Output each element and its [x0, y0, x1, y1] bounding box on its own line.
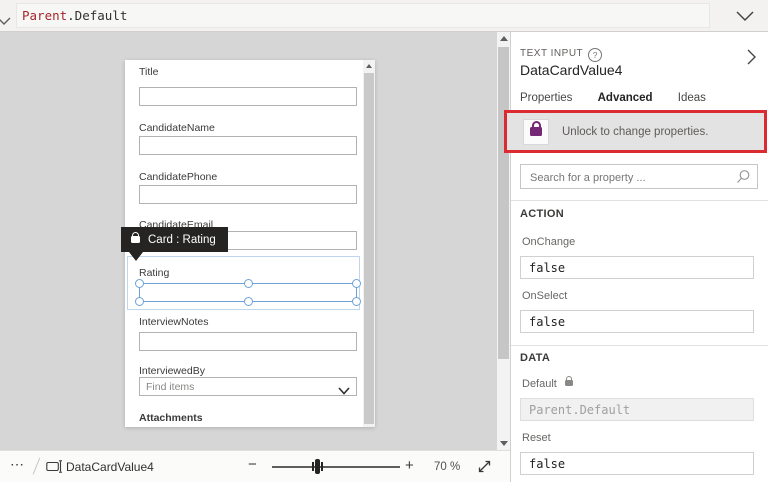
formula-bar-expand-chevron-icon[interactable] [736, 9, 754, 27]
selected-control-name: DataCardValue4 [520, 62, 622, 78]
card-tooltip-text: Card : Rating [148, 234, 216, 246]
highlight-red-border: Unlock to change properties. [504, 110, 767, 153]
field-label-title: Title [139, 66, 158, 78]
unlock-banner[interactable]: Unlock to change properties. [523, 118, 760, 145]
zoom-percentage: 70 % [434, 461, 460, 473]
card-tooltip-arrow [121, 252, 143, 261]
more-options-button[interactable]: ⋯ [10, 456, 25, 473]
canvas-scroll-up-button[interactable] [497, 32, 510, 45]
field-input-candidatename[interactable] [139, 136, 357, 155]
formula-member-token: .Default [67, 8, 127, 23]
prop-label-onchange: OnChange [522, 236, 575, 248]
property-search-input[interactable] [528, 166, 732, 189]
card-tooltip: Card : Rating [121, 227, 228, 252]
section-header-data: DATA [520, 352, 550, 364]
selection-handle-bottom-center[interactable] [244, 297, 253, 306]
chevron-down-icon[interactable] [338, 382, 350, 400]
text-input-control-icon [46, 459, 63, 479]
properties-panel: TEXT INPUT DataCardValue4 Properties Adv… [510, 32, 768, 482]
selection-handle-top-left[interactable] [135, 279, 144, 288]
panel-tabs: Properties Advanced Ideas [520, 92, 728, 104]
field-label-candidatephone: CandidatePhone [139, 171, 217, 183]
tab-properties[interactable]: Properties [520, 92, 572, 104]
property-dropdown-chevron-icon[interactable] [0, 12, 11, 30]
card-scrollbar-thumb[interactable] [364, 73, 374, 424]
formula-bar[interactable]: Parent.Default [0, 0, 768, 32]
lock-icon [131, 236, 140, 243]
selection-handle-bottom-left[interactable] [135, 297, 144, 306]
field-label-interviewedby: InterviewedBy [139, 365, 205, 377]
breadcrumb-separator [33, 457, 41, 474]
prop-label-reset: Reset [522, 432, 551, 444]
fit-to-window-icon[interactable] [477, 459, 492, 479]
tab-ideas[interactable]: Ideas [678, 92, 706, 104]
field-label-candidatename: CandidateName [139, 122, 215, 134]
help-icon[interactable] [588, 48, 602, 62]
breadcrumb-selected-control[interactable]: DataCardValue4 [66, 460, 154, 474]
lock-icon [530, 127, 542, 136]
selection-handle-bottom-right[interactable] [352, 297, 361, 306]
card-scrollbar[interactable] [363, 60, 375, 427]
section-header-action: ACTION [520, 208, 564, 220]
selection-handle-top-right[interactable] [352, 279, 361, 288]
section-divider [511, 200, 768, 201]
field-label-attachments: Attachments [139, 412, 203, 424]
lock-icon [565, 380, 573, 386]
prop-label-onselect: OnSelect [522, 290, 567, 302]
prop-input-onchange[interactable] [520, 256, 754, 279]
search-icon[interactable] [735, 169, 751, 190]
zoom-out-button[interactable]: − [248, 456, 257, 473]
canvas-scroll-down-button[interactable] [497, 437, 510, 450]
field-input-candidatephone[interactable] [139, 185, 357, 204]
prop-input-onselect[interactable] [520, 310, 754, 333]
prop-input-default [520, 398, 754, 421]
tab-advanced[interactable]: Advanced [598, 92, 653, 104]
selection-handle-top-center[interactable] [244, 279, 253, 288]
formula-expression[interactable]: Parent.Default [22, 8, 127, 23]
formula-object-token: Parent [22, 8, 67, 23]
section-divider [511, 345, 768, 346]
zoom-in-button[interactable]: + [405, 457, 414, 474]
field-combobox-interviewedby[interactable]: Find items [139, 377, 357, 396]
combobox-placeholder: Find items [146, 381, 194, 393]
zoom-slider-thumb[interactable] [315, 459, 320, 474]
collapse-panel-chevron-right-icon[interactable] [747, 49, 756, 70]
canvas-scrollbar-thumb[interactable] [498, 47, 509, 359]
field-input-interviewnotes[interactable] [139, 332, 357, 351]
field-label-rating: Rating [139, 267, 169, 279]
powerapps-studio: Parent.Default Title CandidateName Candi… [0, 0, 768, 482]
prop-input-reset[interactable] [520, 452, 754, 475]
design-canvas[interactable]: Title CandidateName CandidatePhone Candi… [0, 32, 510, 450]
property-search[interactable] [520, 164, 758, 189]
card-scroll-up-button[interactable] [363, 60, 375, 73]
lock-icon-tile [523, 119, 549, 145]
control-type-label: TEXT INPUT [520, 48, 602, 62]
prop-label-default: Default [522, 378, 557, 390]
field-input-title[interactable] [139, 87, 357, 106]
unlock-banner-text: Unlock to change properties. [562, 126, 708, 138]
status-bar: ⋯ DataCardValue4 − + 70 % [0, 450, 510, 482]
zoom-slider-track[interactable] [272, 466, 400, 468]
field-label-interviewnotes: InterviewNotes [139, 316, 208, 328]
canvas-scrollbar[interactable] [497, 32, 510, 450]
